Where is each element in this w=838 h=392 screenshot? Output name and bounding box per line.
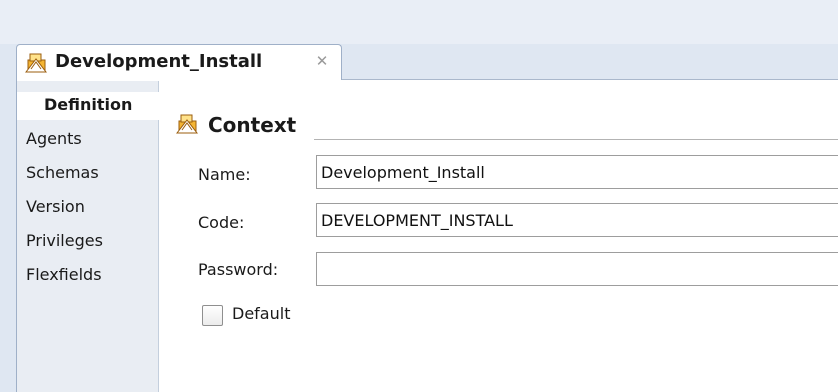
section-title: Context — [208, 113, 297, 137]
name-label: Name: — [198, 165, 251, 184]
context-icon — [176, 114, 199, 134]
sidebar-item-version[interactable]: Version — [26, 196, 85, 218]
tab-title: Development_Install — [55, 51, 263, 72]
password-label: Password: — [198, 260, 279, 279]
password-field[interactable] — [316, 252, 838, 286]
default-checkbox[interactable] — [202, 305, 223, 326]
sidebar-item-schemas[interactable]: Schemas — [26, 162, 99, 184]
section-divider — [314, 139, 838, 140]
code-field[interactable] — [316, 203, 838, 237]
sidebar-item-agents[interactable]: Agents — [26, 128, 82, 150]
left-frame-edge — [0, 44, 16, 392]
context-icon — [25, 53, 48, 73]
code-label: Code: — [198, 213, 245, 232]
default-checkbox-label: Default — [232, 304, 291, 323]
name-field[interactable] — [316, 155, 838, 189]
sidebar-item-definition[interactable]: Definition — [17, 92, 159, 120]
tab-development-install[interactable]: Development_Install ✕ — [16, 44, 342, 81]
sidebar-item-flexfields[interactable]: Flexfields — [26, 264, 102, 286]
top-strip — [0, 0, 838, 44]
close-icon[interactable]: ✕ — [313, 49, 331, 73]
sidebar-item-privileges[interactable]: Privileges — [26, 230, 103, 252]
